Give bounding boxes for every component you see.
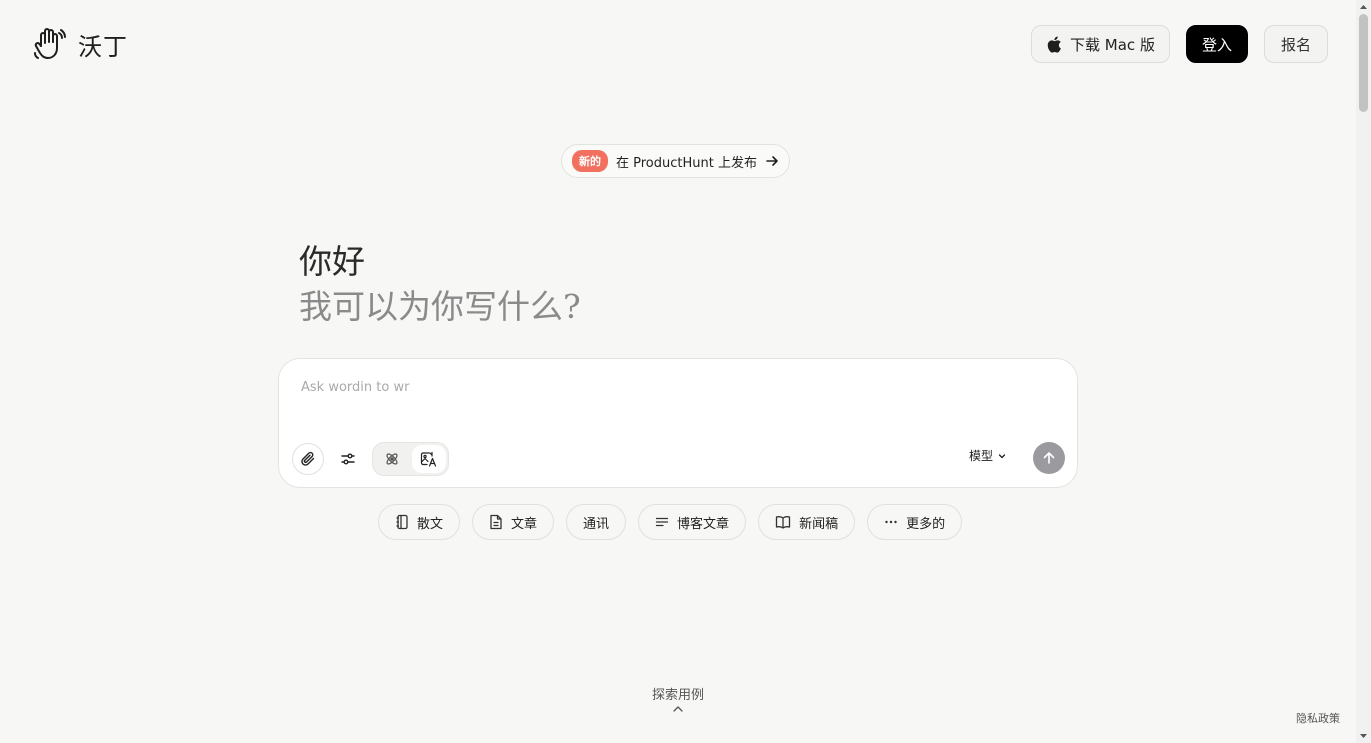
- chip-newsletter[interactable]: 通讯: [566, 504, 627, 540]
- greeting-hello: 你好: [299, 242, 365, 281]
- attach-button[interactable]: [292, 443, 324, 475]
- brand-name: 沃丁: [78, 32, 128, 61]
- apple-icon: [1047, 35, 1061, 53]
- more-dots-icon: [885, 520, 897, 524]
- atom-icon: [386, 453, 398, 465]
- composer: 模型: [278, 358, 1078, 488]
- settings-button[interactable]: [332, 443, 364, 475]
- chip-essay[interactable]: 散文: [378, 504, 461, 540]
- notebook-icon: [396, 514, 408, 530]
- brand-logo[interactable]: 沃丁: [32, 26, 128, 62]
- chevron-up-icon: [673, 706, 683, 712]
- page: 沃丁 下载 Mac 版 登入 报名 新的 在 ProductHunt 上发布 你…: [0, 0, 1356, 743]
- page-scrollbar[interactable]: [1356, 0, 1371, 743]
- model-select[interactable]: 模型: [969, 447, 1007, 464]
- download-mac-label: 下载 Mac 版: [1070, 35, 1155, 54]
- model-label: 模型: [969, 449, 994, 463]
- arrow-right-icon: [766, 156, 778, 166]
- chip-label: 通讯: [583, 516, 610, 532]
- lines-icon: [655, 517, 669, 527]
- chip-label: 散文: [417, 516, 444, 532]
- open-book-icon: [775, 516, 791, 529]
- waving-hand-icon: [34, 28, 66, 59]
- send-button[interactable]: [1033, 442, 1065, 474]
- quick-chips: 散文 文章 通讯 博客文章 新闻稿 更多的: [378, 504, 963, 540]
- producthunt-announcement[interactable]: 新的 在 ProductHunt 上发布: [561, 144, 790, 178]
- chip-press-release[interactable]: 新闻稿: [758, 504, 856, 540]
- mode-option-ai[interactable]: [375, 445, 410, 473]
- signup-button[interactable]: 报名: [1264, 25, 1328, 63]
- privacy-policy-link[interactable]: 隐私政策: [1296, 710, 1340, 726]
- prompt-input[interactable]: [299, 379, 1059, 396]
- header-actions: 下载 Mac 版 登入 报名: [1031, 25, 1328, 63]
- arrow-up-icon: [1043, 452, 1055, 464]
- login-button[interactable]: 登入: [1186, 25, 1248, 63]
- greeting-question: 我可以为你写什么?: [299, 287, 581, 326]
- chip-article[interactable]: 文章: [472, 504, 555, 540]
- chevron-down-icon: [998, 453, 1006, 458]
- chip-label: 更多的: [906, 516, 946, 532]
- document-icon: [490, 514, 502, 530]
- scrollbar-thumb[interactable]: [1359, 14, 1368, 112]
- scroll-down-arrow-icon[interactable]: [1359, 731, 1368, 741]
- explore-use-cases[interactable]: 探索用例: [628, 684, 728, 713]
- chip-label: 新闻稿: [799, 516, 839, 532]
- scroll-up-arrow-icon[interactable]: [1359, 2, 1368, 12]
- mode-option-translate[interactable]: [411, 445, 446, 473]
- chip-label: 文章: [511, 516, 538, 532]
- image-translate-icon: [420, 451, 436, 467]
- chip-blog-post[interactable]: 博客文章: [638, 504, 747, 540]
- announcement-text: 在 ProductHunt 上发布: [616, 155, 757, 171]
- sliders-icon: [341, 453, 355, 465]
- greeting: 你好 我可以为你写什么?: [299, 240, 581, 330]
- download-mac-button[interactable]: 下载 Mac 版: [1031, 25, 1170, 63]
- chip-more[interactable]: 更多的: [867, 504, 963, 540]
- new-badge: 新的: [572, 150, 608, 172]
- mode-toggle: [372, 442, 449, 476]
- paperclip-icon: [301, 451, 315, 466]
- explore-label: 探索用例: [651, 688, 704, 703]
- chip-label: 博客文章: [677, 516, 730, 532]
